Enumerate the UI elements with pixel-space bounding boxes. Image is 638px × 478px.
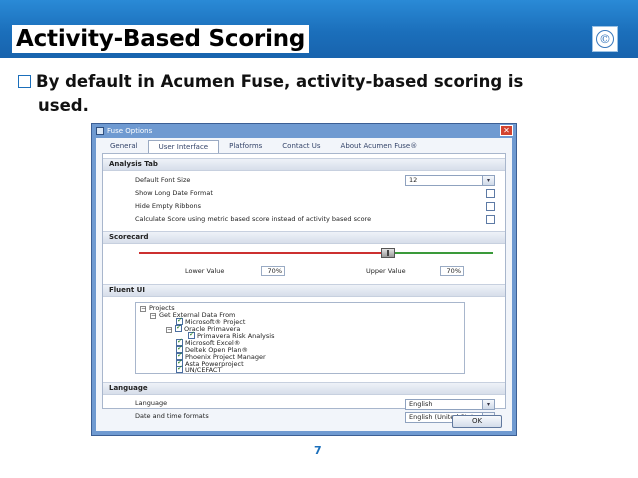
slide-title: Activity-Based Scoring [12,25,310,53]
fuse-options-dialog: Fuse Options ✕ General User Interface Pl… [91,123,517,436]
chevron-down-icon[interactable]: ▾ [482,400,494,409]
ok-button[interactable]: OK [452,415,502,428]
font-size-value: 12 [409,176,418,184]
datetime-label: Date and time formats [135,412,209,420]
tree-item-un-cefact[interactable]: UN/CEFACT [176,364,221,374]
hide-ribbons-checkbox[interactable] [486,202,495,211]
tab-about[interactable]: About Acumen Fuse® [331,140,428,153]
bullet-line-2: used. [38,96,89,115]
slide-header: Activity-Based Scoring © [0,0,638,58]
scorecard-heading: Scorecard [103,231,505,244]
page-number: 7 [314,444,322,457]
lower-value-label: Lower Value [185,267,225,275]
fluent-ui-heading: Fluent UI [103,284,505,297]
tab-platforms[interactable]: Platforms [219,140,272,153]
tab-strip: General User Interface Platforms Contact… [100,140,427,153]
data-sources-tree: −Projects −Get External Data From Micros… [135,302,465,374]
slider-track-green [393,252,493,254]
slider-track-red [139,252,383,254]
font-size-label: Default Font Size [135,176,191,184]
long-date-label: Show Long Date Format [135,189,213,197]
close-button[interactable]: ✕ [500,125,513,136]
app-icon [96,127,104,135]
tab-user-interface[interactable]: User Interface [147,140,220,153]
slider-thumb[interactable] [381,248,395,258]
language-label: Language [135,399,168,407]
upper-value-label: Upper Value [366,267,406,275]
copyright-icon: © [592,26,618,52]
language-select[interactable]: English ▾ [405,399,495,410]
dialog-title: Fuse Options [107,127,153,135]
language-heading: Language [103,382,505,395]
calc-score-checkbox[interactable] [486,215,495,224]
font-size-select[interactable]: 12 ▾ [405,175,495,186]
analysis-tab-heading: Analysis Tab [103,158,505,171]
long-date-checkbox[interactable] [486,189,495,198]
tab-panel: Analysis Tab Default Font Size 12 ▾ Show… [102,153,506,423]
tab-contact-us[interactable]: Contact Us [272,140,330,153]
chevron-down-icon[interactable]: ▾ [482,176,494,185]
calc-score-label: Calculate Score using metric based score… [135,215,372,223]
lower-value-field[interactable]: 70% [261,266,285,276]
hide-ribbons-label: Hide Empty Ribbons [135,202,201,210]
collapse-icon[interactable]: − [166,327,172,333]
dialog-titlebar[interactable]: Fuse Options ✕ [92,124,516,138]
checkbox-icon[interactable] [188,330,195,339]
bullet-line-1: By default in Acumen Fuse, activity-base… [36,72,524,91]
bullet-text: By default in Acumen Fuse, activity-base… [18,70,618,118]
checkbox-bullet-icon [18,75,31,88]
tab-general[interactable]: General [100,140,148,153]
collapse-icon[interactable]: − [150,313,156,319]
collapse-icon[interactable]: − [140,306,146,312]
language-value: English [409,400,433,408]
checkbox-icon[interactable] [176,364,183,373]
upper-value-field[interactable]: 70% [440,266,464,276]
checkbox-icon[interactable] [175,323,182,332]
dialog-client: General User Interface Platforms Contact… [96,138,512,431]
